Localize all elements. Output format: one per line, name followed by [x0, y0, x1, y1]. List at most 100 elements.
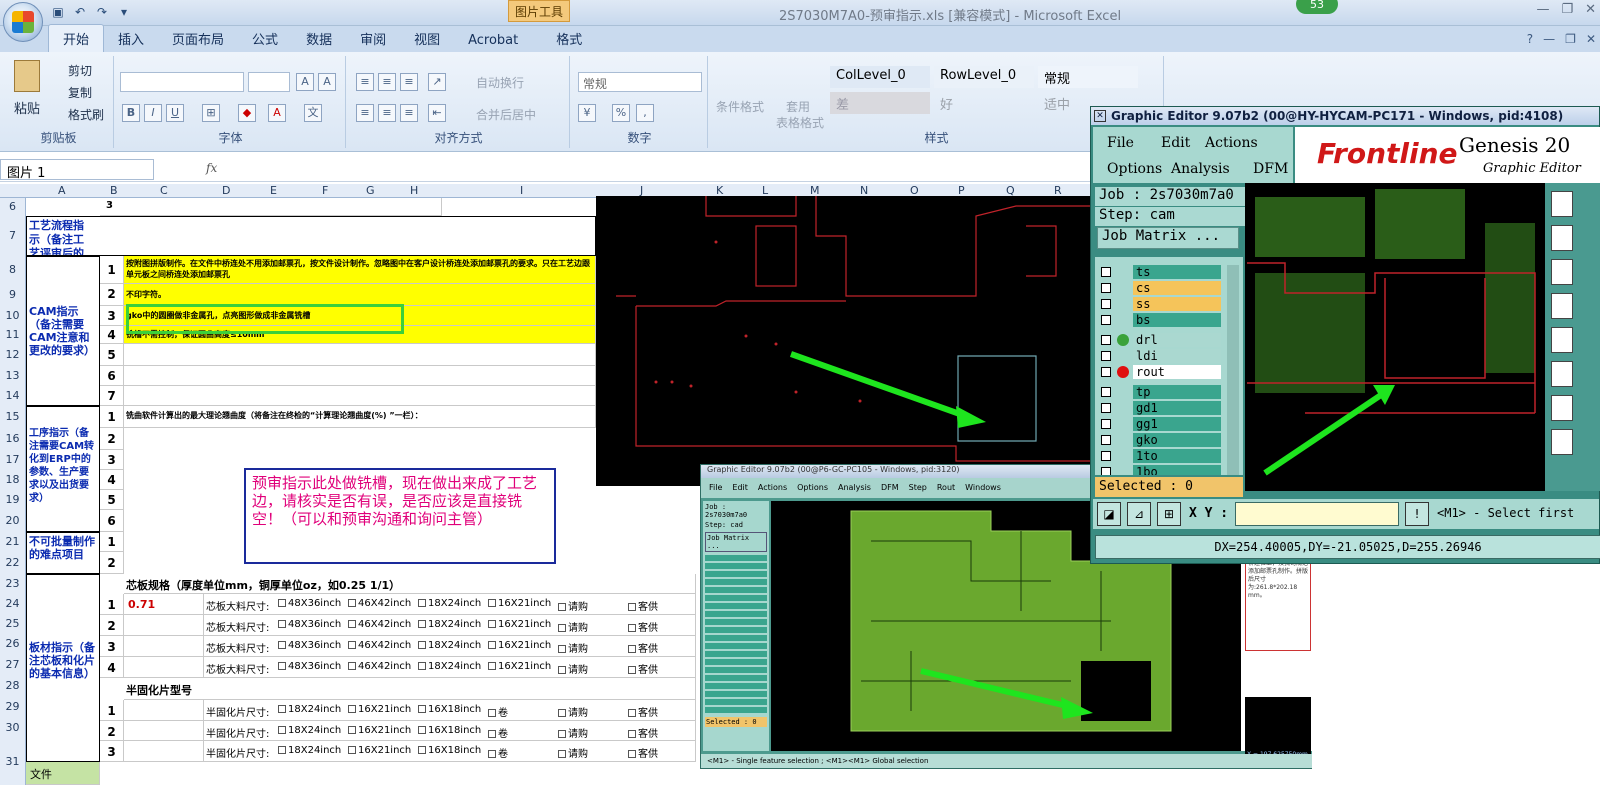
prepreg-option[interactable]: 16X21inch — [348, 725, 411, 736]
checkbox-icon[interactable] — [628, 603, 636, 611]
borders-icon[interactable]: ⊞ — [202, 104, 220, 122]
checkbox-icon[interactable] — [628, 666, 636, 674]
fx-button[interactable]: fx — [206, 161, 217, 175]
font-color-icon[interactable]: A — [268, 104, 286, 122]
row-header[interactable]: 24 — [0, 594, 26, 614]
core-option[interactable]: 46X42inch — [348, 661, 411, 672]
core-option[interactable]: 请购 — [558, 661, 588, 676]
checkbox-icon[interactable] — [278, 746, 286, 754]
menu-actions[interactable]: Actions — [1205, 135, 1258, 151]
checkbox-icon[interactable] — [628, 709, 636, 717]
menu-analysis[interactable]: Analysis — [1171, 161, 1230, 177]
tab-view[interactable]: 视图 — [400, 25, 454, 52]
core-option[interactable]: 客供 — [628, 640, 658, 655]
checkbox-icon[interactable] — [348, 620, 356, 628]
checkbox-icon[interactable] — [558, 645, 566, 653]
tool-button[interactable] — [1551, 429, 1573, 455]
tab-review[interactable]: 审阅 — [346, 25, 400, 52]
prepreg-option[interactable]: 客供 — [628, 704, 658, 719]
core-option[interactable]: 16X21inch — [488, 661, 551, 672]
prepreg-option[interactable]: 客供 — [628, 725, 658, 740]
tab-insert[interactable]: 插入 — [104, 25, 158, 52]
core-option[interactable]: 48X36inch — [278, 640, 341, 651]
mini-job-matrix[interactable]: Job Matrix ... — [705, 532, 767, 552]
tab-formulas[interactable]: 公式 — [238, 25, 292, 52]
tool-button[interactable] — [1551, 293, 1573, 319]
checkbox-icon[interactable] — [348, 662, 356, 670]
checkbox-icon[interactable] — [488, 641, 496, 649]
comma-icon[interactable]: , — [636, 104, 654, 122]
prepreg-option[interactable]: 客供 — [628, 745, 658, 760]
menu-dfm[interactable]: DFM — [1253, 161, 1288, 177]
prepreg-option[interactable]: 卷 — [488, 704, 508, 719]
layer-row-gko[interactable]: gko — [1099, 433, 1221, 447]
tool-button[interactable] — [1551, 191, 1573, 217]
col-header[interactable]: A — [58, 184, 66, 197]
conditional-format-button[interactable]: 条件格式 — [716, 98, 764, 115]
core-option[interactable]: 18X24inch — [418, 640, 481, 651]
prepreg-option[interactable]: 请购 — [558, 704, 588, 719]
row-header[interactable]: 31 — [0, 738, 26, 785]
row-header[interactable]: 17 — [0, 450, 26, 470]
col-header[interactable]: E — [270, 184, 277, 197]
row-header[interactable]: 22 — [0, 552, 26, 574]
tool-button[interactable] — [1551, 225, 1573, 251]
underline-button[interactable]: U — [166, 104, 184, 122]
col-header[interactable]: I — [520, 184, 523, 197]
phonetic-icon[interactable]: 文 — [304, 104, 322, 122]
orientation-icon[interactable]: ↗ — [428, 73, 446, 91]
layer-row-1bo[interactable]: 1bo — [1099, 465, 1221, 475]
tab-page-layout[interactable]: 页面布局 — [158, 25, 238, 52]
row-header[interactable]: 27 — [0, 654, 26, 676]
tool-button[interactable] — [1551, 259, 1573, 285]
close-icon[interactable]: ✕ — [1585, 2, 1596, 17]
tool-button[interactable] — [1551, 361, 1573, 387]
mini-layer-list[interactable] — [705, 555, 767, 715]
core-option[interactable]: 客供 — [628, 661, 658, 676]
tab-acrobat[interactable]: Acrobat — [454, 29, 532, 52]
mini-menu-item[interactable]: DFM — [881, 483, 899, 493]
layer-checkbox-icon[interactable] — [1101, 435, 1111, 445]
row-header[interactable]: 19 — [0, 490, 26, 510]
core-option[interactable]: 46X42inch — [348, 640, 411, 651]
measure-icon[interactable]: ⊿ — [1127, 502, 1151, 526]
layer-checkbox-icon[interactable] — [1101, 467, 1111, 475]
row-header[interactable]: 20 — [0, 510, 26, 532]
mini-menu-item[interactable]: File — [709, 483, 722, 493]
checkbox-icon[interactable] — [418, 641, 426, 649]
col-header[interactable]: H — [410, 184, 418, 197]
row-header[interactable]: 6 — [0, 198, 26, 216]
prepreg-option[interactable]: 16X18inch — [418, 745, 481, 756]
bold-button[interactable]: B — [122, 104, 140, 122]
core-option[interactable]: 48X36inch — [278, 661, 341, 672]
layer-checkbox-icon[interactable] — [1101, 299, 1111, 309]
checkbox-icon[interactable] — [278, 705, 286, 713]
prepreg-option[interactable]: 16X21inch — [348, 745, 411, 756]
prepreg-option[interactable]: 卷 — [488, 745, 508, 760]
checkbox-icon[interactable] — [558, 666, 566, 674]
minimize-icon[interactable]: — — [1536, 2, 1549, 17]
ribbon-restore-icon[interactable]: ❐ — [1565, 32, 1576, 46]
checkbox-icon[interactable] — [488, 729, 496, 738]
tool-button[interactable] — [1551, 327, 1573, 353]
core-option[interactable]: 16X21inch — [488, 619, 551, 630]
checkbox-icon[interactable] — [278, 662, 286, 670]
layer-row-rout[interactable]: rout — [1099, 365, 1221, 379]
row-header[interactable]: 14 — [0, 386, 26, 406]
checkbox-icon[interactable] — [278, 620, 286, 628]
row-header[interactable]: 11 — [0, 326, 26, 344]
prepreg-option[interactable]: 16X21inch — [348, 704, 411, 715]
layer-row-gg1[interactable]: gg1 — [1099, 417, 1221, 431]
core-option[interactable]: 请购 — [558, 598, 588, 613]
checkbox-icon[interactable] — [488, 599, 496, 607]
align-bottom-icon[interactable]: ≡ — [400, 73, 418, 91]
layer-checkbox-icon[interactable] — [1101, 387, 1111, 397]
checkbox-icon[interactable] — [558, 709, 566, 717]
job-matrix-button[interactable]: Job Matrix ... — [1097, 227, 1239, 249]
fill-color-icon[interactable]: ◆ — [238, 104, 256, 122]
ribbon-minimize-icon[interactable]: — — [1543, 32, 1555, 46]
core-option[interactable]: 18X24inch — [418, 661, 481, 672]
layer-row-ss[interactable]: ss — [1099, 297, 1221, 311]
row-header[interactable]: 13 — [0, 366, 26, 386]
checkbox-icon[interactable] — [418, 725, 426, 734]
